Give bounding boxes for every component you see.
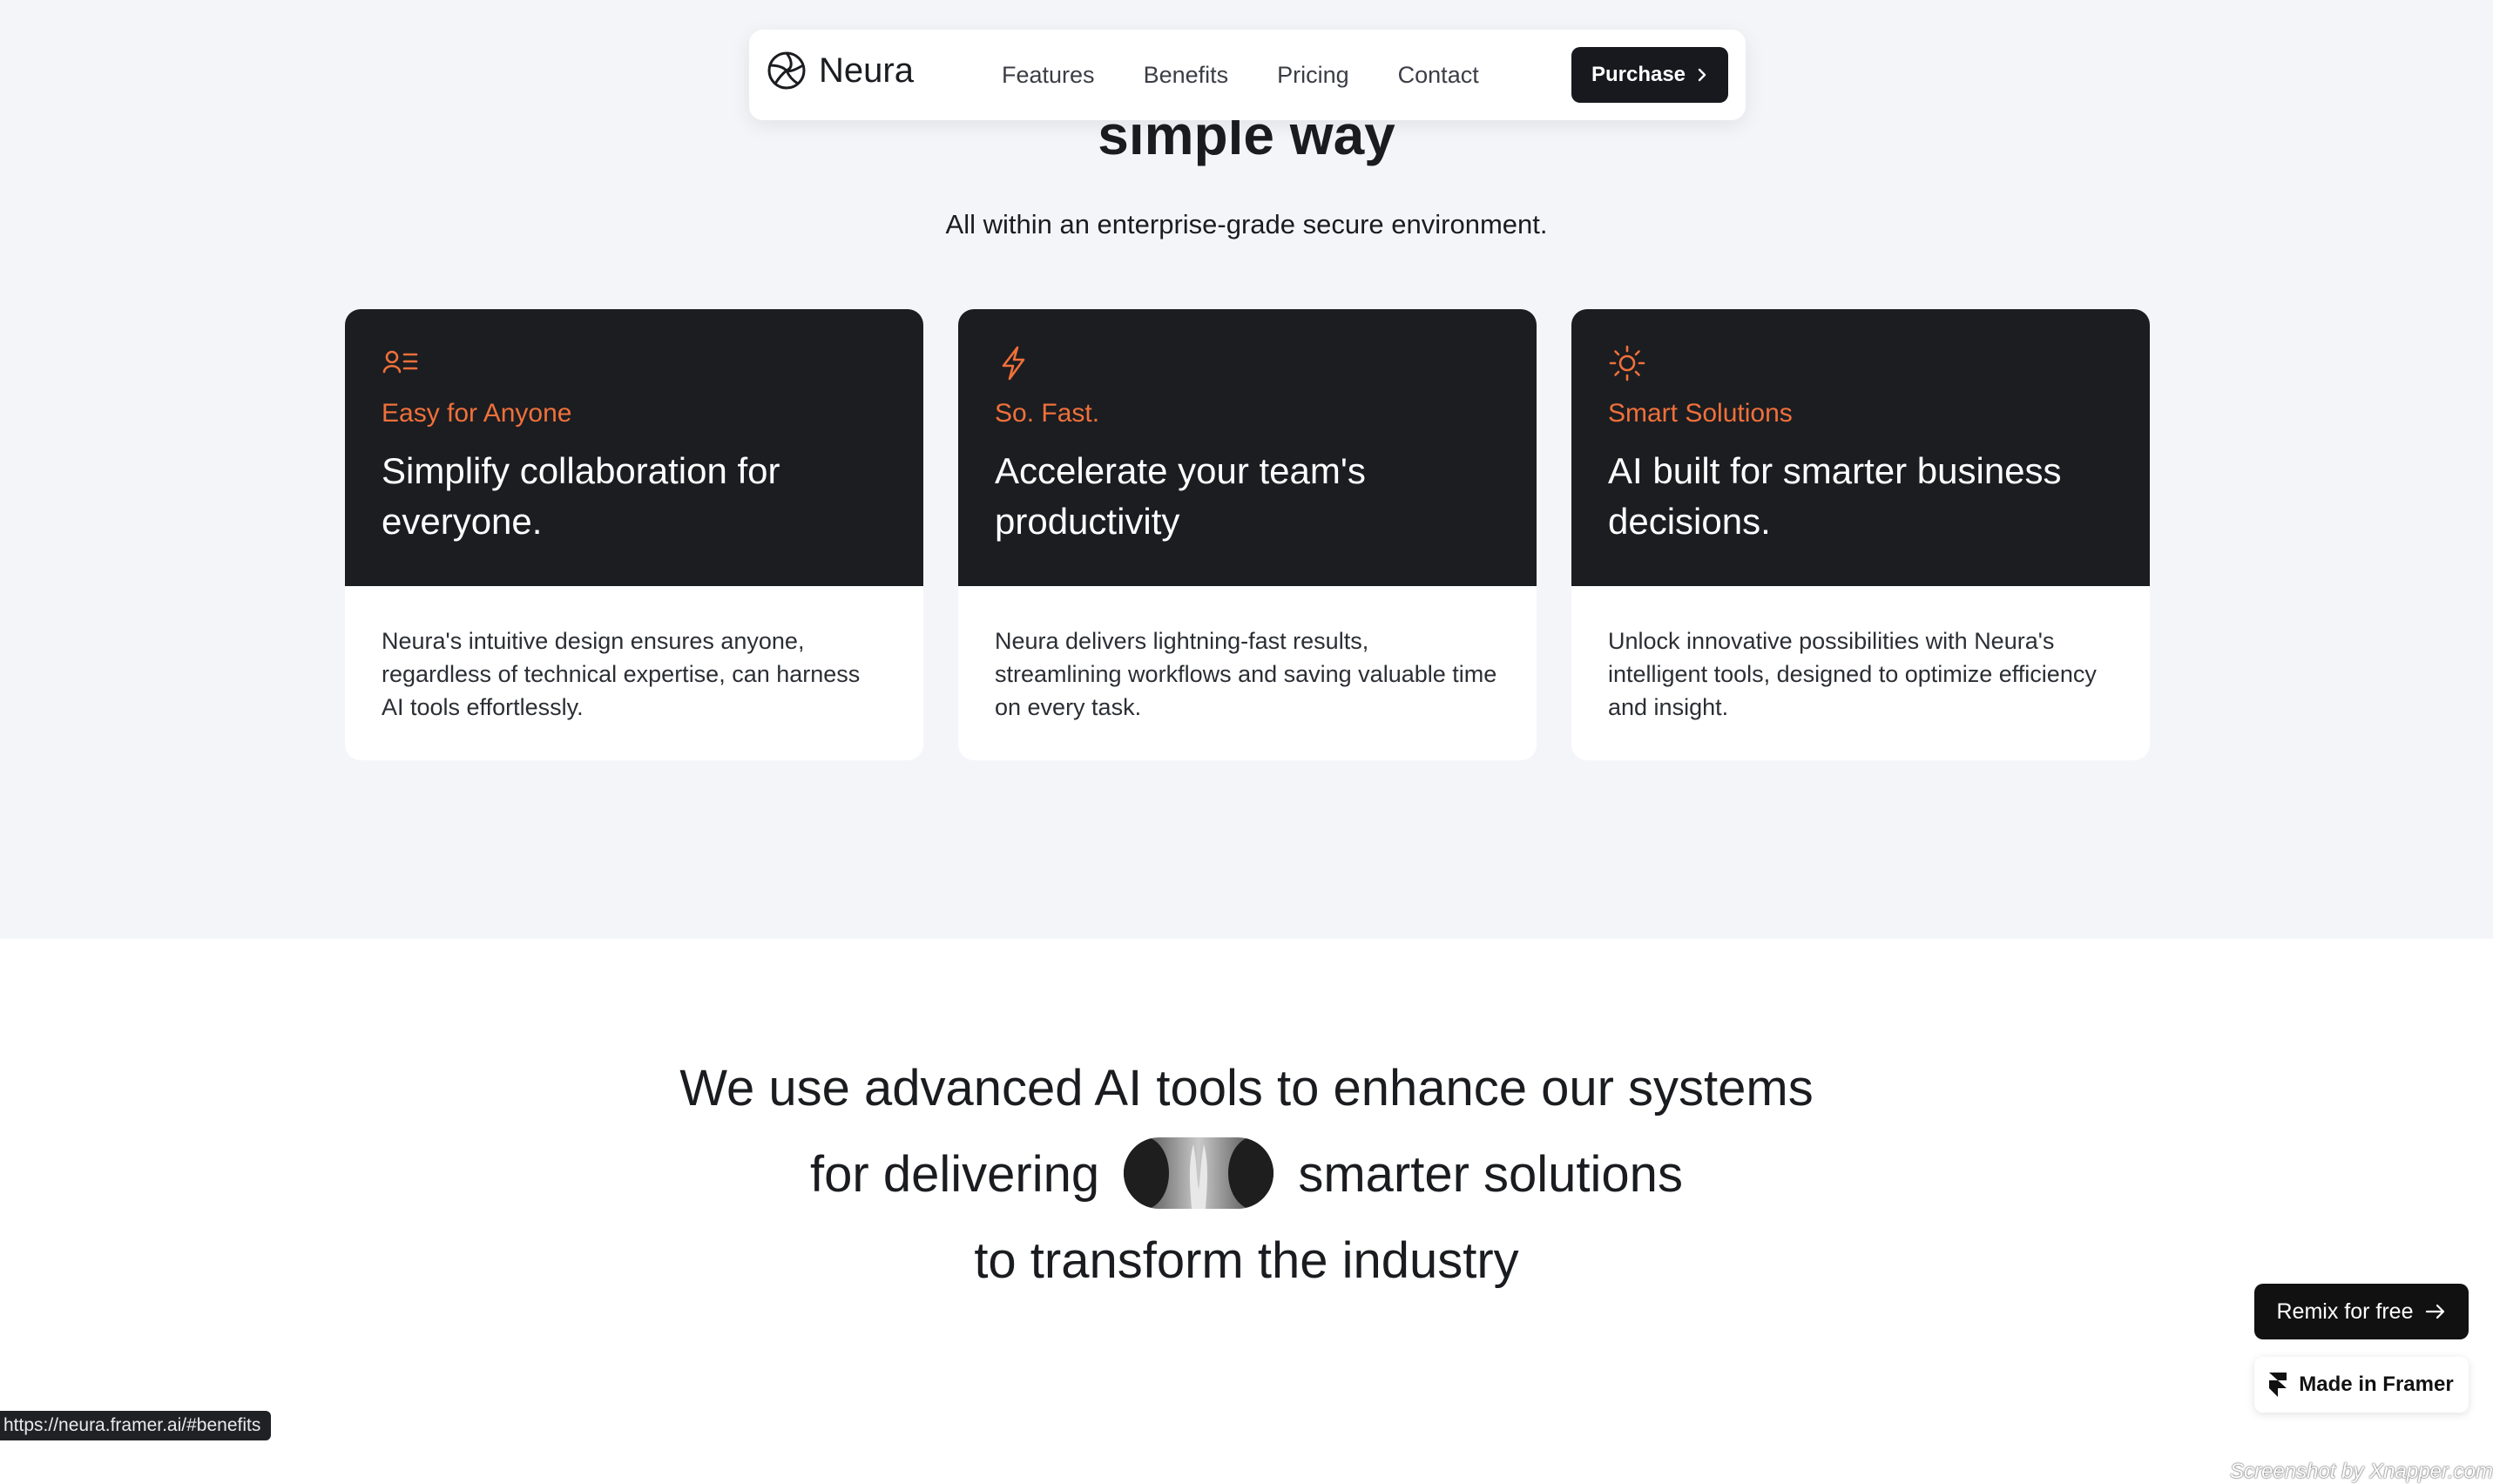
sculpture-pill-image	[1124, 1137, 1274, 1209]
status-bar-url: https://neura.framer.ai/#benefits	[0, 1411, 272, 1440]
brand-logo[interactable]: Neura	[767, 51, 914, 91]
mission-statement: We use advanced AI tools to enhance our …	[0, 1054, 2493, 1312]
framer-badge-label: Made in Framer	[2299, 1373, 2454, 1396]
screenshot-watermark: Screenshot by Xnapper.com	[2230, 1460, 2493, 1483]
lightning-icon	[1002, 346, 1025, 381]
card-header: Smart Solutions AI built for smarter bus…	[1571, 309, 2150, 586]
nav-link-contact[interactable]: Contact	[1398, 62, 1479, 89]
remix-for-free-button[interactable]: Remix for free	[2254, 1284, 2469, 1339]
statement-line-2-before: for delivering	[810, 1146, 1100, 1203]
card-description: Neura delivers lightning-fast results, s…	[995, 628, 1497, 720]
user-list-icon	[382, 350, 418, 374]
nav-link-features[interactable]: Features	[1002, 62, 1095, 89]
purchase-button-label: Purchase	[1591, 63, 1686, 86]
arrow-right-icon	[2426, 1304, 2445, 1319]
card-description: Unlock innovative possibilities with Neu…	[1608, 628, 2097, 720]
feature-card-smart: Smart Solutions AI built for smarter bus…	[1571, 309, 2150, 760]
card-header: Easy for Anyone Simplify collaboration f…	[345, 309, 923, 586]
card-tag: Smart Solutions	[1608, 399, 1793, 428]
remix-button-label: Remix for free	[2276, 1298, 2414, 1324]
purchase-button[interactable]: Purchase	[1571, 47, 1728, 103]
card-title: Simplify collaboration for everyone.	[382, 450, 780, 542]
benefits-section: simple way All within an enterprise-grad…	[0, 0, 2493, 939]
made-in-framer-badge[interactable]: Made in Framer	[2254, 1357, 2469, 1413]
card-title: AI built for smarter business decisions.	[1608, 450, 2062, 542]
section-subheading: All within an enterprise-grade secure en…	[945, 209, 1548, 239]
card-tag: Easy for Anyone	[382, 399, 572, 428]
card-description: Neura's intuitive design ensures anyone,…	[382, 628, 861, 720]
sun-icon	[1609, 345, 1645, 381]
nav-link-benefits[interactable]: Benefits	[1144, 62, 1229, 89]
nav-links: Features Benefits Pricing Contact	[1002, 30, 1479, 120]
card-title: Accelerate your team's productivity	[995, 450, 1366, 542]
statement-line-2: for delivering smarter solutions	[0, 1137, 2493, 1226]
top-navbar: Neura Features Benefits Pricing Contact …	[749, 30, 1746, 120]
statement-line-1: We use advanced AI tools to enhance our …	[679, 1060, 1814, 1116]
card-tag: So. Fast.	[995, 399, 1100, 428]
nav-link-pricing[interactable]: Pricing	[1277, 62, 1349, 89]
aperture-logo-icon	[767, 51, 806, 90]
chevron-right-icon	[1698, 68, 1706, 82]
statement-line-2-after: smarter solutions	[1298, 1146, 1683, 1203]
feature-card-easy: Easy for Anyone Simplify collaboration f…	[345, 309, 923, 760]
framer-logo-icon	[2269, 1373, 2287, 1397]
feature-card-fast: So. Fast. Accelerate your team's product…	[958, 309, 1537, 760]
card-header: So. Fast. Accelerate your team's product…	[958, 309, 1537, 586]
statement-line-3: to transform the industry	[974, 1232, 1519, 1289]
brand-name: Neura	[819, 51, 914, 90]
